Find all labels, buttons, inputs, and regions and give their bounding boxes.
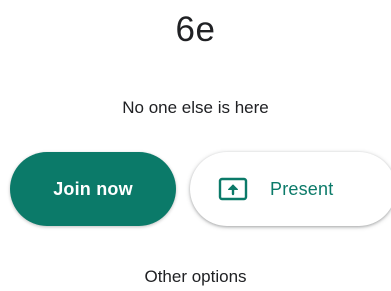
meeting-code-title: 6e [175,10,216,49]
present-label: Present [270,178,334,199]
join-now-button[interactable]: Join now [10,152,176,226]
other-options-link[interactable]: Other options [0,265,391,289]
join-now-label: Join now [53,178,133,199]
present-screen-icon [218,177,248,201]
participants-status: No one else is here [122,98,269,117]
present-button[interactable]: Present [190,152,391,226]
